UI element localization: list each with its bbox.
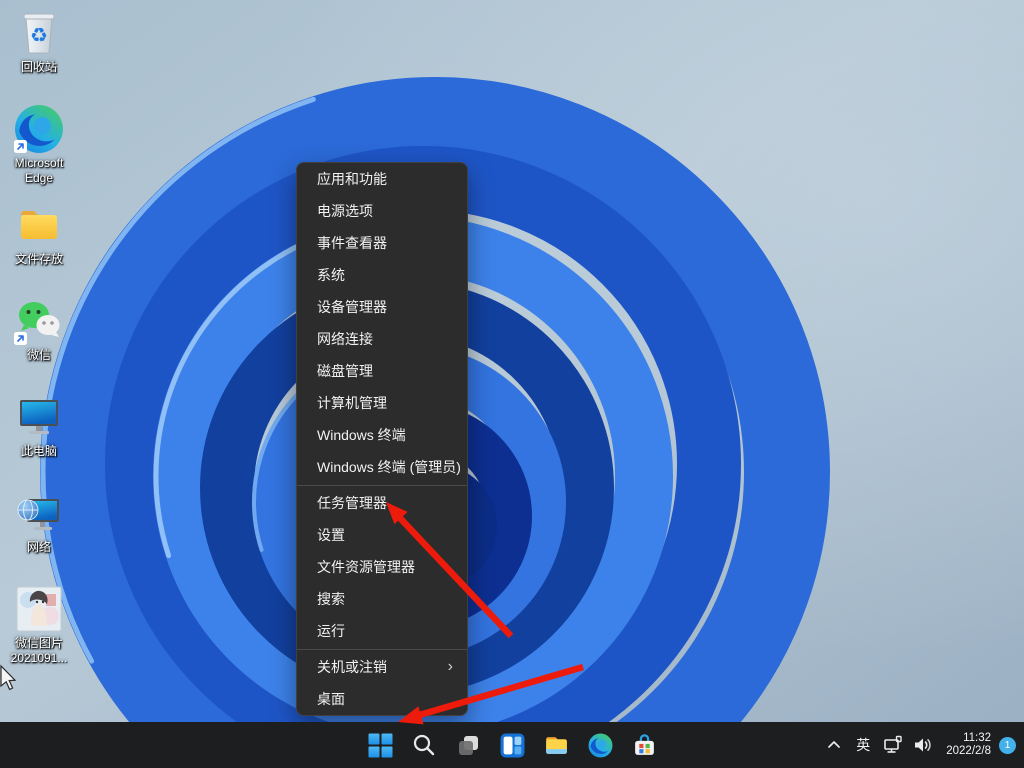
desktop-icon-wechat-image[interactable]: 微信图片 2021091... (0, 584, 78, 680)
recycle-bin-icon: ♻ (13, 8, 65, 58)
task-view-icon (456, 733, 481, 758)
shortcut-arrow-icon (14, 332, 27, 345)
menu-item-windows-terminal-admin[interactable]: Windows 终端 (管理员) (297, 451, 467, 483)
clock-time: 11:32 (946, 732, 991, 746)
tray-overflow-button[interactable] (820, 725, 848, 765)
speaker-icon (911, 733, 935, 757)
desktop-icon-label: 网络 (27, 540, 51, 555)
desktop-icon-label: 微信 (27, 348, 51, 363)
menu-item-computer-management[interactable]: 计算机管理 (297, 387, 467, 419)
microsoft-store-button[interactable] (624, 725, 664, 765)
folder-icon (13, 200, 65, 250)
edge-taskbar-button[interactable] (580, 725, 620, 765)
submenu-chevron-icon: › (448, 651, 453, 683)
desktop-icon-recycle-bin[interactable]: ♻ 回收站 (0, 8, 78, 104)
menu-item-search[interactable]: 搜索 (297, 583, 467, 615)
taskbar: 英 11:32 2022/2/8 1 (0, 722, 1024, 768)
winx-context-menu: 应用和功能 电源选项 事件查看器 系统 设备管理器 网络连接 磁盘管理 计算机管… (296, 162, 468, 716)
menu-separator (297, 649, 467, 650)
menu-item-event-viewer[interactable]: 事件查看器 (297, 227, 467, 259)
desktop-icon-this-pc[interactable]: 此电脑 (0, 392, 78, 488)
desktop-icon-folder[interactable]: 文件存放 (0, 200, 78, 296)
monitor-icon (13, 392, 65, 442)
menu-item-file-explorer[interactable]: 文件资源管理器 (297, 551, 467, 583)
image-thumbnail-icon (13, 584, 65, 634)
wallpaper (0, 0, 1024, 768)
edge-icon (588, 733, 613, 758)
desktop-icon-label: 文件存放 (15, 252, 63, 267)
menu-item-disk-management[interactable]: 磁盘管理 (297, 355, 467, 387)
desktop-icon-wechat[interactable]: 微信 (0, 296, 78, 392)
menu-item-device-manager[interactable]: 设备管理器 (297, 291, 467, 323)
svg-text:♻: ♻ (30, 23, 48, 47)
windows-logo-icon (368, 733, 393, 758)
menu-item-network-connections[interactable]: 网络连接 (297, 323, 467, 355)
task-view-button[interactable] (448, 725, 488, 765)
desktop-icon-column: ♻ 回收站 Microsoft Edge (0, 8, 78, 680)
menu-separator (297, 485, 467, 486)
chevron-up-icon (823, 734, 845, 756)
menu-item-shutdown-signout[interactable]: 关机或注销 › (297, 651, 467, 683)
shortcut-arrow-icon (14, 140, 27, 153)
menu-item-apps-features[interactable]: 应用和功能 (297, 163, 467, 195)
widgets-icon (500, 733, 525, 758)
menu-item-task-manager[interactable]: 任务管理器 (297, 487, 467, 519)
ethernet-network-icon (881, 733, 905, 757)
taskbar-center-group (358, 722, 666, 768)
desktop-icon-label: 回收站 (21, 60, 57, 75)
wechat-icon (13, 296, 65, 346)
edge-icon (13, 104, 65, 154)
clock[interactable]: 11:32 2022/2/8 (946, 732, 991, 759)
menu-item-system[interactable]: 系统 (297, 259, 467, 291)
search-icon (412, 733, 436, 757)
desktop-icon-label: Microsoft Edge (1, 156, 77, 186)
desktop-icon-label: 此电脑 (21, 444, 57, 459)
menu-item-settings[interactable]: 设置 (297, 519, 467, 551)
clock-date: 2022/2/8 (946, 745, 991, 759)
start-button[interactable] (360, 725, 400, 765)
system-tray: 英 11:32 2022/2/8 1 (820, 722, 1018, 768)
network-globe-icon (13, 488, 65, 538)
desktop-icon-label: 微信图片 2021091... (1, 636, 77, 666)
widgets-button[interactable] (492, 725, 532, 765)
desktop-icon-edge[interactable]: Microsoft Edge (0, 104, 78, 200)
menu-item-desktop[interactable]: 桌面 (297, 683, 467, 715)
ime-indicator[interactable]: 英 (848, 725, 878, 765)
notification-badge[interactable]: 1 (999, 737, 1016, 754)
desktop-icon-network[interactable]: 网络 (0, 488, 78, 584)
file-explorer-button[interactable] (536, 725, 576, 765)
taskbar-search-button[interactable] (404, 725, 444, 765)
store-icon (632, 733, 657, 758)
menu-item-power-options[interactable]: 电源选项 (297, 195, 467, 227)
volume-tray-button[interactable] (908, 725, 938, 765)
menu-item-windows-terminal[interactable]: Windows 终端 (297, 419, 467, 451)
menu-item-run[interactable]: 运行 (297, 615, 467, 647)
network-tray-button[interactable] (878, 725, 908, 765)
file-explorer-icon (544, 733, 569, 758)
